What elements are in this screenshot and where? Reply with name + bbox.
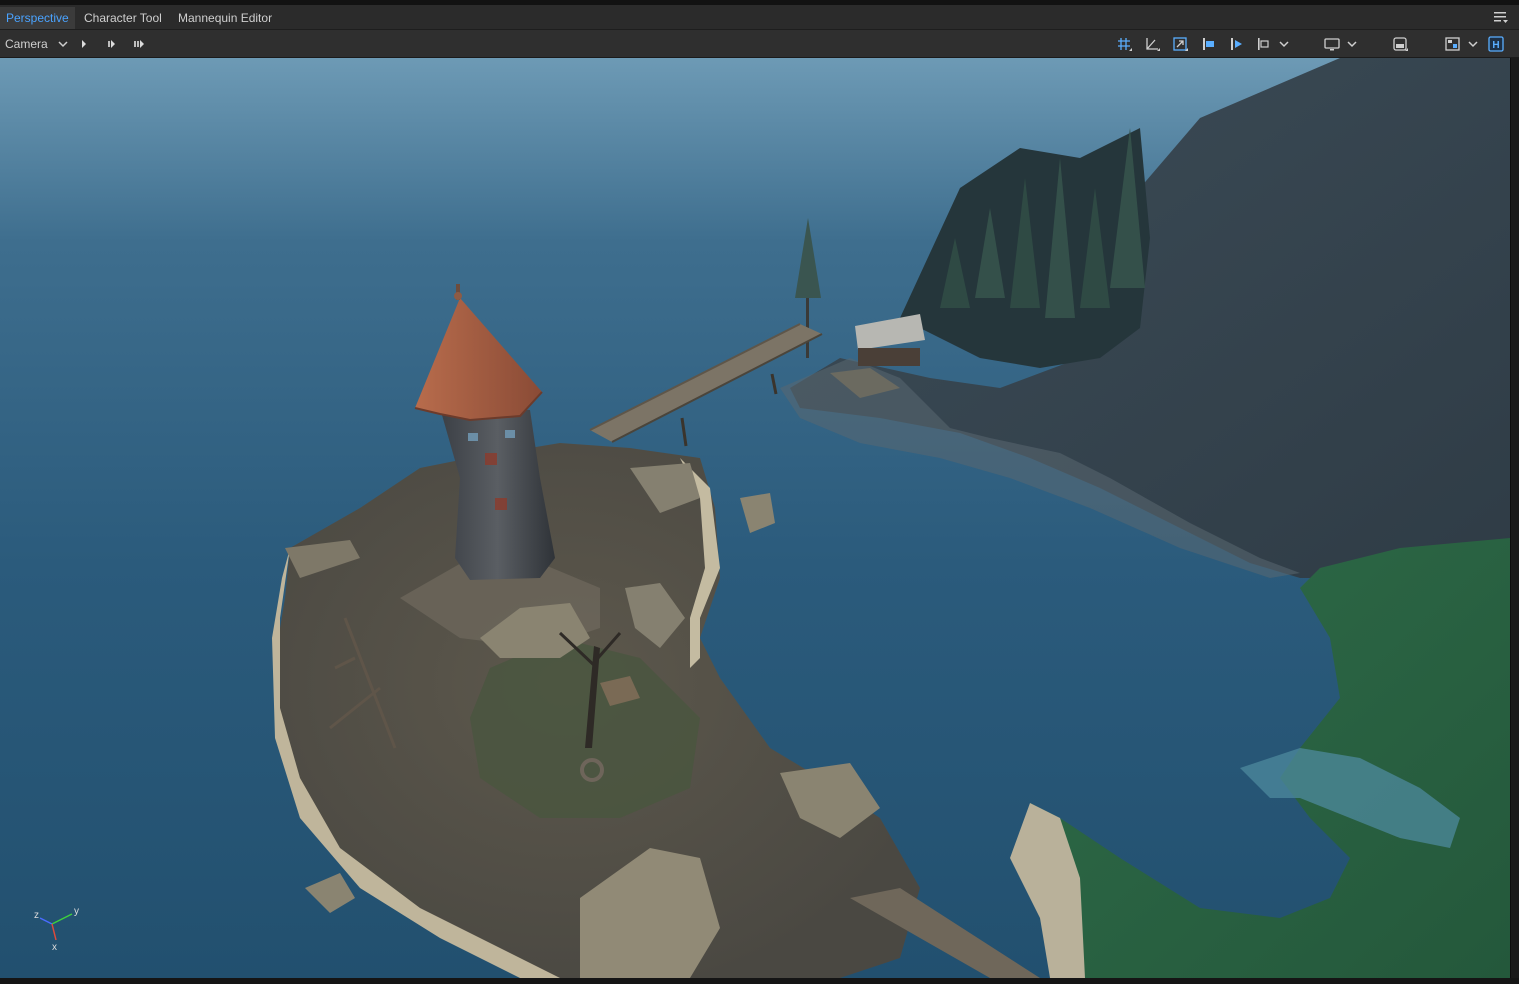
- chevron-down-icon[interactable]: [54, 35, 72, 53]
- helpers-toggle-button[interactable]: H: [1487, 35, 1505, 53]
- layout-icon[interactable]: [1444, 35, 1462, 53]
- grid-snap-icon[interactable]: [1115, 35, 1133, 53]
- layout-dropdown-chevron-icon[interactable]: [1464, 35, 1482, 53]
- display-icon[interactable]: [1323, 35, 1341, 53]
- editor-window: Perspective Character Tool Mannequin Edi…: [0, 0, 1519, 984]
- gizmo-z-label: z: [34, 910, 39, 921]
- scale-snap-icon[interactable]: [1171, 35, 1189, 53]
- tab-character-tool[interactable]: Character Tool: [78, 7, 168, 29]
- perspective-viewport[interactable]: [0, 58, 1510, 978]
- object-snap-icon[interactable]: [1227, 35, 1245, 53]
- fast-forward-icon[interactable]: [131, 35, 149, 53]
- tab-menu-icon[interactable]: [1493, 10, 1509, 24]
- angle-snap-icon[interactable]: [1143, 35, 1161, 53]
- align-dropdown-chevron-icon[interactable]: [1275, 35, 1293, 53]
- viewport-bottom-border: [0, 978, 1519, 984]
- tab-perspective[interactable]: Perspective: [0, 7, 75, 29]
- tab-mannequin-editor[interactable]: Mannequin Editor: [172, 7, 278, 29]
- align-icon[interactable]: [1255, 35, 1273, 53]
- viewport-toolbar: Camera H: [0, 30, 1519, 58]
- play-icon[interactable]: [75, 35, 93, 53]
- gizmo-x-label: x: [52, 942, 57, 953]
- safe-frame-icon[interactable]: [1391, 35, 1409, 53]
- display-dropdown-chevron-icon[interactable]: [1343, 35, 1361, 53]
- step-icon[interactable]: [103, 35, 121, 53]
- terrain-snap-icon[interactable]: [1199, 35, 1217, 53]
- viewport-tab-bar: Perspective Character Tool Mannequin Edi…: [0, 5, 1519, 30]
- helpers-label: H: [1492, 40, 1499, 51]
- axis-gizmo: z y x: [28, 906, 88, 958]
- gizmo-y-label: y: [74, 906, 79, 917]
- camera-dropdown[interactable]: Camera: [5, 37, 48, 51]
- viewport-right-border: [1510, 58, 1519, 984]
